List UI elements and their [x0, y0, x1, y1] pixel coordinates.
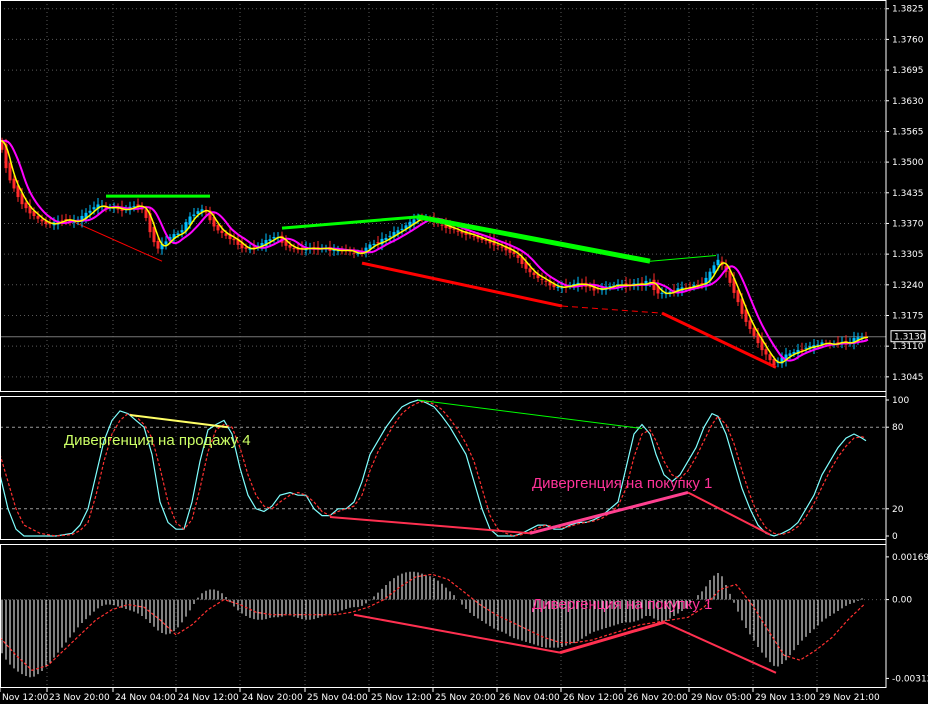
- annotation-buy-divergence-1-stochastic: Дивергенция на покупку 1: [532, 475, 712, 492]
- x-tick-label: 26 Nov 12:00: [563, 693, 624, 703]
- candle-body: [800, 349, 804, 351]
- y-tick-label: -0.00312: [892, 674, 928, 684]
- candle-body: [372, 243, 376, 246]
- y-tick-label: 1.3370: [892, 219, 924, 229]
- candle-body: [216, 224, 220, 231]
- candle-body: [352, 252, 356, 254]
- candle-body: [92, 207, 96, 210]
- chart-background: [0, 0, 928, 704]
- candle-body: [40, 219, 44, 222]
- x-tick-label: 24 Nov 20:00: [242, 693, 303, 703]
- y-tick-label: 20: [892, 505, 904, 515]
- y-tick-label: 1.3565: [892, 127, 924, 137]
- candle-body: [24, 202, 28, 209]
- y-tick-label: 1.3175: [892, 311, 924, 321]
- y-tick-label: 1.3045: [892, 373, 924, 383]
- y-tick-label: 1.3110: [892, 342, 924, 352]
- candle-body: [400, 228, 404, 231]
- candle-body: [12, 178, 16, 189]
- x-tick-label: 24 Nov 12:00: [178, 693, 239, 703]
- trading-chart[interactable]: 1.3825 1.3760 1.3695 1.3630 1.3565 1.3500 1.34…: [0, 0, 928, 704]
- y-tick-label: 1.3435: [892, 189, 924, 199]
- y-tick-label: 1.3695: [892, 66, 924, 76]
- y-tick-label: 1.3630: [892, 97, 924, 107]
- y-tick-label: 1.3500: [892, 158, 924, 168]
- candle-body: [192, 214, 196, 217]
- y-tick-label: 0.00169: [892, 553, 928, 563]
- candle-body: [220, 230, 224, 234]
- x-tick-label: 29 Nov 21:00: [819, 693, 880, 703]
- annotation-sell-divergence-4: Дивергенция на продажу 4: [64, 432, 251, 449]
- x-tick-label: 25 Nov 20:00: [435, 693, 496, 703]
- candle-body: [804, 347, 808, 349]
- x-tick-label: Nov 12:00: [2, 693, 49, 703]
- candle-body: [88, 210, 92, 213]
- candle-body: [544, 280, 548, 282]
- x-tick-label: 25 Nov 04:00: [307, 693, 368, 703]
- candle-body: [736, 290, 740, 303]
- candle-body: [268, 239, 272, 241]
- candle-body: [36, 215, 40, 219]
- candle-body: [712, 265, 716, 274]
- candle-body: [292, 248, 296, 250]
- y-tick-label: 1.3760: [892, 35, 924, 45]
- candle-body: [440, 224, 444, 226]
- candle-body: [232, 238, 236, 241]
- x-tick-label: 29 Nov 13:00: [755, 693, 816, 703]
- candle-body: [180, 230, 184, 233]
- candle-body: [528, 268, 532, 273]
- y-tick-label: 1.3825: [892, 5, 924, 15]
- x-tick-label: 29 Nov 05:00: [691, 693, 752, 703]
- candle-body: [660, 292, 664, 294]
- candle-body: [472, 235, 476, 237]
- candle-body: [496, 245, 500, 247]
- y-tick-label: 1.3240: [892, 281, 924, 291]
- candle-body: [272, 237, 276, 239]
- y-tick-label: 80: [892, 423, 904, 433]
- x-tick-label: 26 Nov 20:00: [627, 693, 688, 703]
- current-price-text: 1.3130: [894, 333, 926, 343]
- y-tick-label: 0.00: [892, 596, 912, 606]
- candle-body: [516, 254, 520, 258]
- candle-body: [532, 272, 536, 276]
- y-tick-label: 0: [892, 532, 898, 542]
- candle-body: [388, 235, 392, 238]
- x-tick-label: 26 Nov 04:00: [499, 693, 560, 703]
- x-tick-label: 25 Nov 12:00: [371, 693, 432, 703]
- annotation-buy-divergence-1-macd: Дивергенция на покупку 1: [532, 596, 712, 613]
- candle-body: [288, 245, 292, 248]
- x-tick-label: 23 Nov 20:00: [49, 693, 110, 703]
- candle-body: [500, 246, 504, 248]
- candle-body: [716, 259, 720, 266]
- candle-body: [116, 208, 120, 210]
- y-tick-label: 1.3305: [892, 250, 924, 260]
- candle-body: [156, 240, 160, 249]
- candle-body: [164, 241, 168, 245]
- candle-body: [752, 327, 756, 336]
- candle-body: [456, 230, 460, 232]
- candle-body: [764, 349, 768, 355]
- candle-body: [652, 279, 656, 291]
- candle-body: [748, 320, 752, 329]
- candle-body: [540, 278, 544, 280]
- x-tick-label: 24 Nov 04:00: [115, 693, 176, 703]
- candle-body: [768, 354, 772, 361]
- y-tick-label: 100: [892, 396, 909, 406]
- current-price-label: 1.3130: [890, 330, 926, 343]
